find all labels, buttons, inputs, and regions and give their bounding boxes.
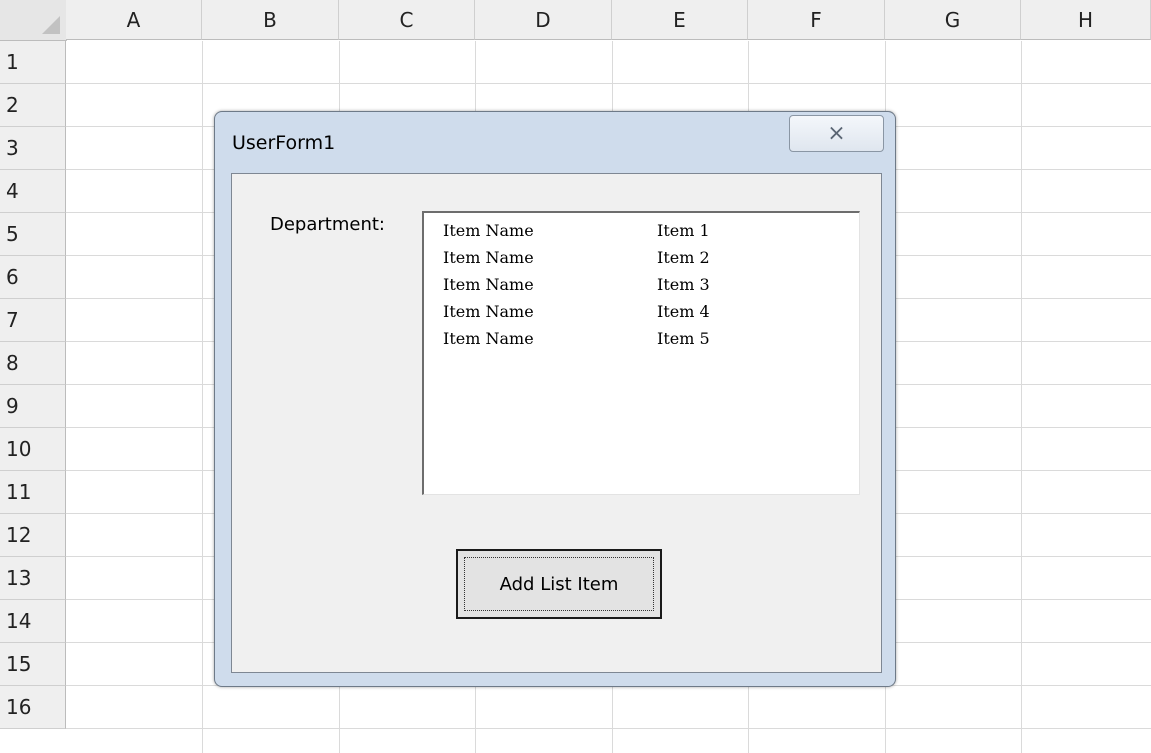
column-header-h[interactable]: H — [1021, 0, 1151, 40]
row-header-16[interactable]: 16 — [0, 686, 66, 729]
gridline — [66, 83, 1151, 84]
list-item-value: Item 2 — [657, 248, 710, 267]
close-button[interactable]: ⨯ — [789, 115, 884, 152]
row-header-4[interactable]: 4 — [0, 170, 66, 213]
department-listbox[interactable]: Item Name Item 1 Item Name Item 2 Item N… — [422, 211, 860, 495]
column-header-g[interactable]: G — [885, 0, 1021, 40]
row-header-11[interactable]: 11 — [0, 471, 66, 514]
column-header-e[interactable]: E — [612, 0, 748, 40]
select-all-corner[interactable] — [0, 0, 67, 41]
list-item[interactable]: Item Name Item 5 — [443, 329, 843, 356]
row-header-7[interactable]: 7 — [0, 299, 66, 342]
close-icon: ⨯ — [827, 120, 846, 146]
add-list-item-label: Add List Item — [499, 573, 619, 595]
list-item-name: Item Name — [443, 329, 534, 348]
gridline — [202, 41, 203, 753]
row-header-12[interactable]: 12 — [0, 514, 66, 557]
column-header-a[interactable]: A — [66, 0, 202, 40]
dialog-title-bar[interactable]: UserForm1 ⨯ — [215, 112, 895, 172]
row-header-3[interactable]: 3 — [0, 127, 66, 170]
row-header-10[interactable]: 10 — [0, 428, 66, 471]
gridline — [66, 728, 1151, 729]
row-header-5[interactable]: 5 — [0, 213, 66, 256]
list-item-value: Item 4 — [657, 302, 710, 321]
row-header-2[interactable]: 2 — [0, 84, 66, 127]
dialog-title: UserForm1 — [232, 132, 336, 154]
row-header-13[interactable]: 13 — [0, 557, 66, 600]
add-list-item-button[interactable]: Add List Item — [456, 549, 662, 619]
row-header-1[interactable]: 1 — [0, 41, 66, 84]
column-header-f[interactable]: F — [748, 0, 885, 40]
list-item-name: Item Name — [443, 248, 534, 267]
list-item[interactable]: Item Name Item 2 — [443, 248, 843, 275]
list-item-value: Item 3 — [657, 275, 710, 294]
gridline — [1021, 41, 1022, 753]
row-header-15[interactable]: 15 — [0, 643, 66, 686]
row-header-14[interactable]: 14 — [0, 600, 66, 643]
list-item-value: Item 1 — [657, 221, 710, 240]
list-item-name: Item Name — [443, 221, 534, 240]
row-header-9[interactable]: 9 — [0, 385, 66, 428]
list-item-name: Item Name — [443, 302, 534, 321]
list-item[interactable]: Item Name Item 1 — [443, 221, 843, 248]
list-item-value: Item 5 — [657, 329, 710, 348]
userform-dialog: UserForm1 ⨯ Department: Item Name Item 1… — [214, 111, 896, 687]
department-label: Department: — [270, 214, 385, 235]
column-header-b[interactable]: B — [202, 0, 339, 40]
column-header-c[interactable]: C — [339, 0, 475, 40]
row-header-8[interactable]: 8 — [0, 342, 66, 385]
list-item-name: Item Name — [443, 275, 534, 294]
select-all-triangle-icon — [42, 16, 60, 34]
list-item[interactable]: Item Name Item 3 — [443, 275, 843, 302]
column-header-d[interactable]: D — [475, 0, 612, 40]
row-header-6[interactable]: 6 — [0, 256, 66, 299]
list-item[interactable]: Item Name Item 4 — [443, 302, 843, 329]
dialog-client-area: Department: Item Name Item 1 Item Name I… — [231, 173, 882, 673]
